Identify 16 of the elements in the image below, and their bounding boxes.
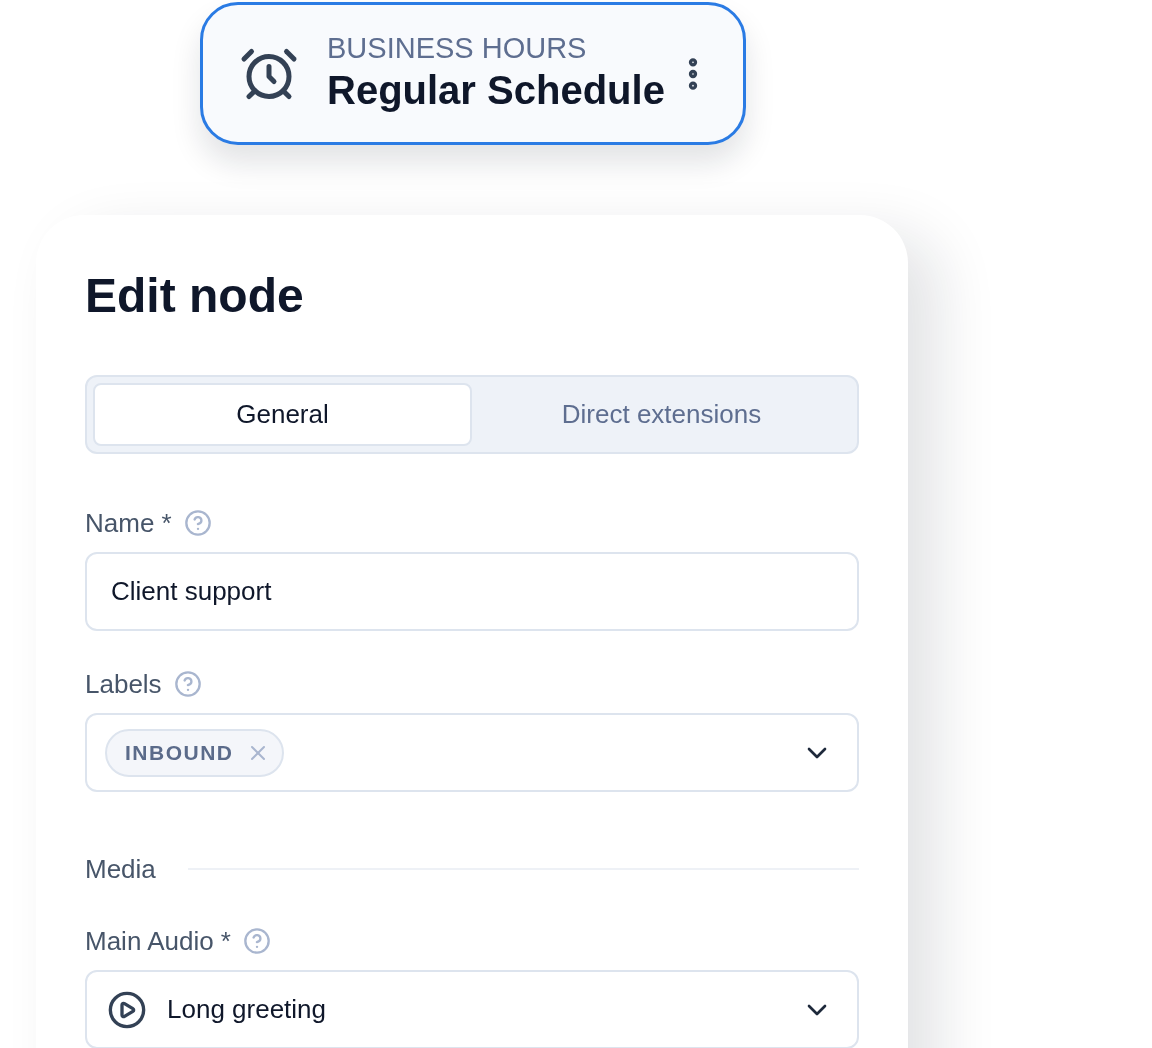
field-label: Labels bbox=[85, 668, 162, 700]
tab[interactable]: General bbox=[93, 383, 472, 446]
field-label: Main Audio * bbox=[85, 925, 231, 957]
audio-name: Long greeting bbox=[167, 993, 327, 1026]
panel-title: Edit node bbox=[85, 268, 305, 324]
tab[interactable]: Direct extensions bbox=[472, 383, 851, 446]
audio-select[interactable]: Long greeting bbox=[85, 970, 859, 1048]
node-card[interactable]: BUSINESS HOURS Regular Schedule bbox=[200, 2, 746, 145]
node-title: Regular Schedule bbox=[327, 66, 666, 114]
play-icon[interactable] bbox=[107, 989, 147, 1030]
chip-text: INBOUND bbox=[125, 739, 234, 766]
field-label: Name * bbox=[85, 507, 172, 539]
node-category: BUSINESS HOURS bbox=[327, 31, 588, 64]
section-heading: Media bbox=[85, 853, 156, 885]
name-field[interactable]: Client support bbox=[85, 552, 859, 631]
labels-select[interactable]: INBOUND bbox=[85, 713, 859, 792]
